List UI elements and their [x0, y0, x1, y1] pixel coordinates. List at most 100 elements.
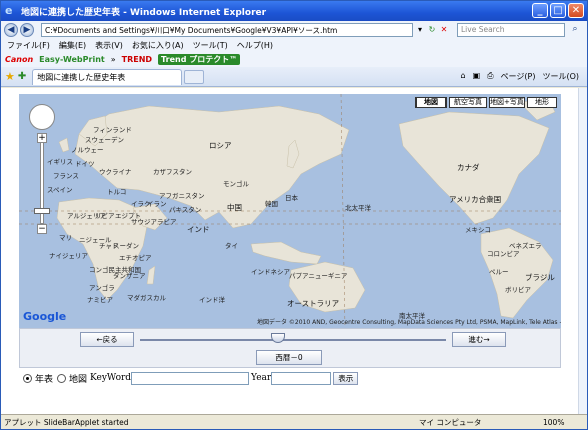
map-label: メキシコ: [465, 226, 491, 234]
trend-protect-button[interactable]: Trend プロテクト™: [158, 54, 241, 65]
year-slider-track[interactable]: [140, 339, 446, 341]
pan-control-icon[interactable]: [29, 104, 55, 130]
map-type-map-button[interactable]: 地図: [415, 97, 447, 108]
zoom-out-icon[interactable]: −: [37, 224, 47, 234]
trend-button[interactable]: TREND: [122, 55, 152, 64]
page-menu[interactable]: ページ(P): [501, 71, 536, 82]
easy-webprint-button[interactable]: Easy-WebPrint: [39, 55, 105, 64]
show-button[interactable]: 表示: [333, 371, 359, 385]
forward-arrow-icon[interactable]: ▶: [20, 23, 34, 37]
dropdown-arrow-icon[interactable]: ▾: [415, 23, 425, 36]
world-map[interactable]: 地図 航空写真 地図+写真 地形 + − フィンランド スウェーデン ノルウェー…: [19, 94, 561, 328]
security-zone: マイ コンピュータ: [419, 417, 482, 427]
menu-tools[interactable]: ツール(T): [193, 40, 228, 51]
map-attribution[interactable]: 地図データ ©2010 AND, Geocentre Consulting, M…: [257, 317, 561, 326]
address-bar[interactable]: C:¥Documents and Settings¥川口¥My Document…: [41, 23, 413, 37]
timeline-radio-label: 年表: [35, 374, 54, 385]
menu-file[interactable]: ファイル(F): [7, 40, 50, 51]
tab-current[interactable]: 地図に連携した歴史年表: [32, 68, 183, 85]
tools-menu[interactable]: ツール(O): [542, 71, 579, 82]
map-label: ノルウェー: [71, 146, 104, 154]
close-button[interactable]: ✕: [568, 3, 584, 18]
year-display-button[interactable]: 西暦－0: [256, 350, 322, 365]
map-label: カザフスタン: [153, 168, 192, 176]
search-input[interactable]: Live Search: [457, 23, 565, 37]
canon-logo: Canon: [5, 55, 34, 64]
map-label: ナミビア: [87, 296, 113, 304]
map-label: フランス: [53, 172, 79, 180]
search-form: 年表 地図 KeyWord Year 表示: [19, 370, 561, 386]
map-label: トルコ: [107, 188, 127, 196]
map-label: パキスタン: [169, 206, 202, 214]
map-label: ブラジル: [525, 273, 555, 282]
zoom-slider-thumb[interactable]: [34, 208, 50, 214]
menu-view[interactable]: 表示(V): [95, 40, 123, 51]
home-icon[interactable]: ⌂: [461, 71, 466, 82]
map-label: マダガスカル: [127, 294, 166, 302]
map-label: タンザニア: [113, 272, 146, 280]
map-label: アフガニスタン: [159, 192, 205, 200]
favorites-star-icon[interactable]: ★: [5, 70, 15, 83]
stop-icon[interactable]: ✕: [439, 23, 449, 36]
back-button[interactable]: ←戻る: [80, 332, 134, 347]
ie-logo-icon: e: [5, 4, 13, 17]
menu-favorites[interactable]: お気に入り(A): [132, 40, 184, 51]
back-arrow-icon[interactable]: ◀: [4, 23, 18, 37]
chevron-right-icon[interactable]: »: [111, 55, 116, 64]
year-input[interactable]: [271, 371, 332, 385]
timeline-radio[interactable]: [23, 373, 32, 383]
status-bar: アプレット SlideBarApplet started マイ コンピュータ 1…: [1, 414, 587, 429]
menu-help[interactable]: ヘルプ(H): [237, 40, 273, 51]
zoom-level[interactable]: 100%: [543, 418, 564, 427]
vertical-scrollbar[interactable]: [578, 88, 587, 414]
map-label: リビア: [95, 212, 115, 220]
minimize-button[interactable]: _: [532, 3, 548, 18]
map-label: フィンランド: [93, 126, 132, 134]
refresh-icon[interactable]: ↻: [427, 23, 437, 36]
map-label: 日本: [285, 194, 298, 202]
feed-icon[interactable]: ▣: [473, 71, 481, 82]
maximize-button[interactable]: □: [550, 3, 566, 18]
map-radio[interactable]: [57, 373, 67, 383]
menu-bar: ファイル(F) 編集(E) 表示(V) お気に入り(A) ツール(T) ヘルプ(…: [1, 39, 587, 52]
page-content: 地図 航空写真 地図+写真 地形 + − フィンランド スウェーデン ノルウェー…: [1, 88, 578, 414]
map-type-satellite-button[interactable]: 航空写真: [449, 97, 487, 108]
map-label: ナイジェリア: [49, 252, 88, 260]
map-label: マリ: [59, 234, 72, 242]
forward-button[interactable]: 進む→: [452, 332, 506, 347]
slidebar-applet: ←戻る 進む→ 西暦－0: [19, 328, 561, 368]
map-label: スウェーデン: [85, 136, 124, 144]
map-label: ボリビア: [505, 286, 531, 294]
map-label: カナダ: [457, 163, 480, 172]
map-type-hybrid-button[interactable]: 地図+写真: [489, 97, 525, 108]
new-tab-button[interactable]: [184, 69, 205, 84]
map-label: インドネシア: [251, 268, 290, 276]
map-type-terrain-button[interactable]: 地形: [527, 97, 557, 108]
map-label: パプアニューギニア: [289, 272, 348, 280]
year-label: Year: [251, 373, 272, 383]
map-label: スペイン: [47, 186, 73, 194]
print-icon[interactable]: ⎙: [487, 71, 493, 82]
tab-bar: ★ ✚ 地図に連携した歴史年表 ⌂ ▣ ⎙ ページ(P) ツール(O): [1, 67, 587, 87]
address-row: ◀ ▶ C:¥Documents and Settings¥川口¥My Docu…: [1, 21, 587, 39]
browser-window: e 地図に連携した歴史年表 - Windows Internet Explore…: [0, 0, 588, 430]
map-label: ドイツ: [75, 160, 95, 168]
menu-edit[interactable]: 編集(E): [59, 40, 86, 51]
map-label: インド洋: [199, 296, 225, 304]
map-label: アメリカ合衆国: [449, 195, 502, 204]
keyword-label: KeyWord: [90, 373, 132, 383]
map-label: イギリス: [47, 158, 73, 166]
tab-title: 地図に連携した歴史年表: [37, 72, 126, 82]
status-text: アプレット SlideBarApplet started: [4, 417, 129, 427]
search-icon[interactable]: ⌕: [567, 23, 583, 37]
map-label: ロシア: [209, 141, 232, 150]
map-label: 中国: [227, 203, 242, 212]
address-text: C:¥Documents and Settings¥川口¥My Document…: [45, 25, 338, 35]
zoom-control: + −: [29, 104, 55, 234]
keyword-input[interactable]: [131, 371, 250, 385]
map-label: 北太平洋: [345, 204, 371, 212]
add-favorites-icon[interactable]: ✚: [18, 71, 26, 82]
map-label: アンゴラ: [89, 284, 115, 292]
year-slider-thumb[interactable]: [270, 333, 285, 343]
map-label: タイ: [225, 242, 238, 250]
